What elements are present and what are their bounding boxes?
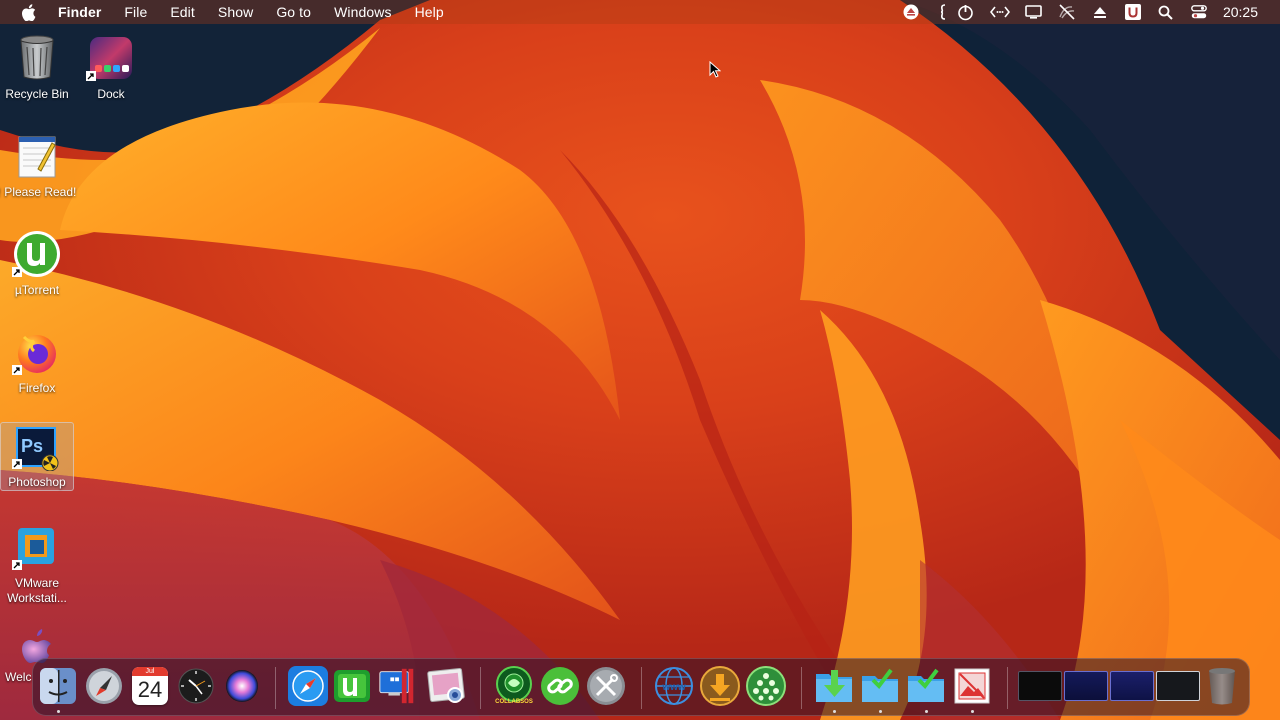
desktop-icon-label: VMware Workstati... [7, 576, 67, 605]
running-indicator [971, 710, 974, 713]
apple-menu-icon[interactable] [22, 3, 38, 21]
desktop-icon-vmware[interactable]: VMware Workstati... [0, 522, 74, 606]
desktop-icon-label: Firefox [18, 381, 56, 395]
parallels-icon[interactable] [377, 665, 419, 707]
menu-file[interactable]: File [124, 4, 147, 20]
power-icon[interactable] [957, 3, 975, 21]
launchpad-icon[interactable] [83, 665, 125, 707]
utorrent-icon[interactable] [331, 665, 373, 707]
calendar-month: Jul [132, 667, 168, 676]
downloads-folder-icon[interactable] [813, 665, 855, 707]
desktop-icon-firefox[interactable]: Firefox [0, 327, 74, 396]
desktop-icon-label: µTorrent [14, 283, 60, 297]
svg-text:Ps: Ps [21, 436, 43, 456]
menubar-clock[interactable]: 20:25 [1223, 4, 1258, 20]
desktop-wallpaper [0, 0, 1280, 720]
dock-separator [801, 667, 802, 709]
running-indicator [879, 710, 882, 713]
collabsos-text: COLLABSOS [495, 699, 533, 705]
menu-finder[interactable]: Finder [58, 4, 101, 20]
www-icon[interactable]: www [653, 665, 695, 707]
running-indicator [925, 710, 928, 713]
running-indicator [833, 710, 836, 713]
eject-circle-icon[interactable] [902, 3, 920, 21]
clock-icon[interactable] [175, 665, 217, 707]
link-icon[interactable] [539, 665, 581, 707]
finder-icon[interactable] [37, 665, 79, 707]
muted-icon[interactable] [1058, 3, 1076, 21]
desktop-icon-label: Dock [97, 87, 125, 101]
utorrent-icon [12, 229, 62, 279]
dock: Jul 24 COLLABSOS www [32, 658, 1250, 716]
cluster-icon[interactable] [745, 665, 787, 707]
window-thumb-3[interactable] [1109, 665, 1155, 707]
code-arrows-icon[interactable] [989, 3, 1010, 21]
desktop-icon-photoshop[interactable]: Ps Photoshop [0, 422, 74, 491]
tools-icon[interactable] [585, 665, 627, 707]
trash-icon[interactable] [1201, 665, 1243, 707]
dock-separator [275, 667, 276, 709]
vmware-icon [12, 522, 62, 572]
running-indicator [57, 710, 60, 713]
desktop-icon-label: Photoshop [8, 475, 66, 489]
display-icon[interactable] [1025, 3, 1043, 21]
eject-icon[interactable] [1091, 3, 1109, 21]
dock-icon [86, 33, 136, 83]
dock-separator [480, 667, 481, 709]
svg-text:www: www [661, 682, 686, 693]
dock-separator [641, 667, 642, 709]
dock-separator [1007, 667, 1008, 709]
photoshop-icon: Ps [12, 425, 62, 471]
menu-bar: Finder File Edit Show Go to Windows Help [0, 0, 1280, 24]
control-center-icon[interactable] [1190, 3, 1208, 21]
status-area: 20:25 [887, 0, 1280, 24]
s-bracket-icon[interactable] [935, 3, 953, 21]
menu-edit[interactable]: Edit [170, 4, 195, 20]
folder-check-2-icon[interactable] [905, 665, 947, 707]
folder-check-icon[interactable] [859, 665, 901, 707]
preview-icon[interactable] [425, 665, 467, 707]
desktop-icon-dock[interactable]: Dock [74, 33, 148, 102]
desktop-icon-please-read[interactable]: ! Please Read! [0, 131, 77, 200]
safari-icon[interactable] [287, 665, 329, 707]
collabsos-icon[interactable]: COLLABSOS [493, 665, 535, 707]
desktop-icon-recycle-bin[interactable]: Recycle Bin [0, 33, 74, 102]
desktop-icon-label: Recycle Bin [5, 87, 69, 101]
notepad-icon [12, 131, 62, 181]
desktop-icon-label: ! Please Read! [0, 185, 77, 199]
window-thumb-1[interactable] [1017, 665, 1063, 707]
window-thumb-2[interactable] [1063, 665, 1109, 707]
image-icon[interactable] [951, 665, 993, 707]
download-icon[interactable] [699, 665, 741, 707]
calendar-icon[interactable]: Jul 24 [129, 665, 171, 707]
desktop-icon-utorrent[interactable]: µTorrent [0, 229, 74, 298]
menu-windows[interactable]: Windows [334, 4, 392, 20]
window-thumb-4[interactable] [1155, 665, 1201, 707]
u-icon[interactable] [1124, 3, 1142, 21]
mouse-pointer-icon [709, 61, 721, 78]
menu-go-to[interactable]: Go to [276, 4, 311, 20]
trash-icon [12, 33, 62, 83]
firefox-icon [12, 327, 62, 377]
calendar-day: 24 [137, 677, 163, 702]
siri-icon[interactable] [221, 665, 263, 707]
desktop-icon-label-welcome: Welc [5, 670, 32, 684]
menu-show[interactable]: Show [218, 4, 253, 20]
search-icon[interactable] [1157, 3, 1175, 21]
menu-help[interactable]: Help [415, 4, 444, 20]
